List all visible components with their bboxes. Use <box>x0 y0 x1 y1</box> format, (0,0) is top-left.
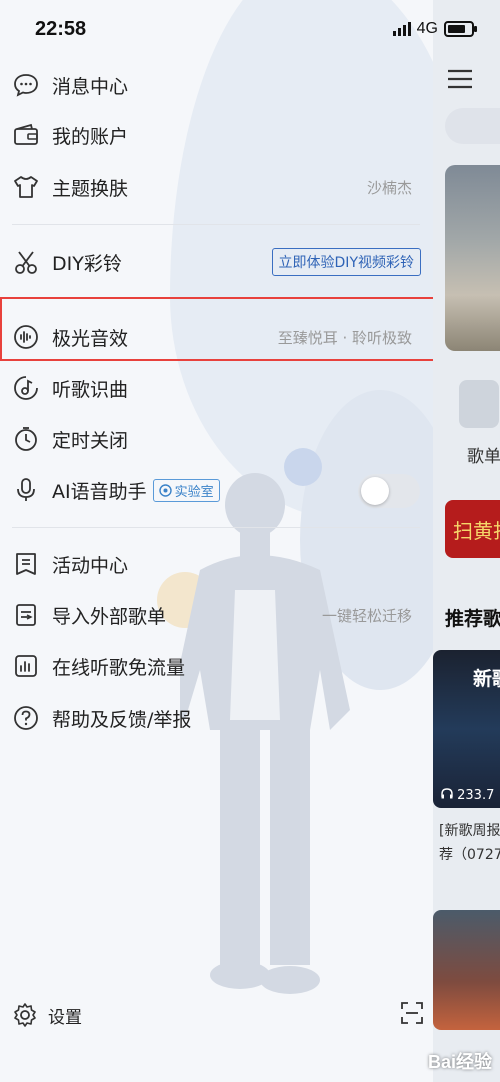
signal-icon <box>392 22 411 36</box>
watermark: Bai经验 <box>427 1052 492 1072</box>
card-play-count: 233.7 <box>441 788 494 803</box>
activity-icon <box>12 550 40 578</box>
lab-badge-label: 实验室 <box>174 484 214 500</box>
import-playlist-subtitle: 一键轻松迁移 <box>321 606 412 625</box>
promo-banner[interactable]: 扫黄打 <box>445 500 500 558</box>
menu-item-label: 我的账户 <box>52 125 129 148</box>
help-icon <box>12 704 40 732</box>
music-recognize-icon <box>12 374 40 402</box>
menu-item-label: DIY彩铃 <box>52 252 122 275</box>
wallet-icon <box>12 121 40 149</box>
section-title: 推荐歌 <box>445 608 500 630</box>
current-theme-name: 沙楠杰 <box>366 178 412 197</box>
scan-button[interactable] <box>400 1001 424 1029</box>
ai-assistant-toggle[interactable] <box>358 474 420 508</box>
playlist-label[interactable]: 歌单 <box>467 442 500 467</box>
menu-item-account[interactable]: 我的账户 <box>12 113 422 157</box>
battery-icon <box>444 21 477 37</box>
import-playlist-icon <box>12 601 40 629</box>
microphone-icon <box>12 476 40 504</box>
highlight-box <box>0 297 433 361</box>
scan-icon <box>401 1002 423 1024</box>
timer-icon <box>12 425 40 453</box>
menu-item-song-recognition[interactable]: 听歌识曲 <box>12 366 422 410</box>
menu-item-import-playlist[interactable]: 导入外部歌单 一键轻松迁移 <box>12 593 422 637</box>
card-caption: 荐（0727 <box>439 847 500 863</box>
search-bar[interactable] <box>445 108 500 144</box>
side-drawer: 消息中心 我的账户 主题换肤 沙楠杰 DIY彩铃 立即体验DIY视频彩铃 极光音… <box>0 0 433 1082</box>
headphones-icon <box>441 788 453 799</box>
playlist-avatar[interactable] <box>459 380 499 428</box>
menu-item-help-feedback[interactable]: 帮助及反馈/举报 <box>12 696 422 740</box>
recommend-card[interactable] <box>433 910 500 1030</box>
menu-item-messages[interactable]: 消息中心 <box>12 63 422 107</box>
settings-button[interactable]: 设置 <box>12 1002 82 1028</box>
menu-item-label: AI语音助手 <box>52 480 147 503</box>
menu-item-theme[interactable]: 主题换肤 沙楠杰 <box>12 165 422 209</box>
network-type: 4G <box>416 20 438 37</box>
menu-item-label: 活动中心 <box>52 554 129 577</box>
menu-item-data-free[interactable]: 在线听歌免流量 <box>12 644 422 688</box>
drawer-footer: 设置 <box>12 995 424 1035</box>
tshirt-icon <box>12 173 40 201</box>
recommend-card[interactable]: 新歌 233.7 <box>433 650 500 808</box>
menu-item-label: 在线听歌免流量 <box>52 656 186 679</box>
card-title: 新歌 <box>473 668 500 690</box>
status-time: 22:58 <box>35 18 87 40</box>
status-bar: 22:58 4G <box>0 0 500 60</box>
data-free-icon <box>12 652 40 680</box>
menu-item-label: 消息中心 <box>52 75 129 98</box>
menu-item-activity-center[interactable]: 活动中心 <box>12 542 422 586</box>
toggle-knob <box>361 477 389 505</box>
lab-icon <box>158 483 172 497</box>
lab-badge: 实验室 <box>152 478 220 502</box>
menu-item-label: 定时关闭 <box>52 429 129 452</box>
menu-item-label: 主题换肤 <box>52 177 129 200</box>
status-indicators: 4G <box>392 20 477 38</box>
card-caption: [新歌周报 <box>439 823 500 839</box>
divider <box>12 224 420 225</box>
banner-image[interactable] <box>445 165 500 351</box>
menu-item-diy-ringtone[interactable]: DIY彩铃 立即体验DIY视频彩铃 <box>12 240 422 284</box>
diy-video-ringtone-button[interactable]: 立即体验DIY视频彩铃 <box>271 248 421 276</box>
play-count: 233.7 <box>457 788 495 803</box>
menu-item-label: 听歌识曲 <box>52 378 129 401</box>
divider <box>12 527 420 528</box>
gear-icon <box>14 1003 36 1027</box>
promo-banner-text: 扫黄打 <box>453 519 500 543</box>
menu-icon[interactable] <box>447 68 473 90</box>
settings-label: 设置 <box>48 1007 82 1028</box>
scissors-icon <box>12 248 40 276</box>
menu-item-label: 导入外部歌单 <box>52 605 167 628</box>
menu-item-label: 帮助及反馈/举报 <box>52 708 192 731</box>
message-icon <box>12 71 40 99</box>
main-view-behind-drawer[interactable]: 歌单 扫黄打 推荐歌 新歌 233.7 [新歌周报 荐（0727 <box>433 0 500 1082</box>
menu-item-sleep-timer[interactable]: 定时关闭 <box>12 417 422 461</box>
battery-fill <box>448 25 465 33</box>
